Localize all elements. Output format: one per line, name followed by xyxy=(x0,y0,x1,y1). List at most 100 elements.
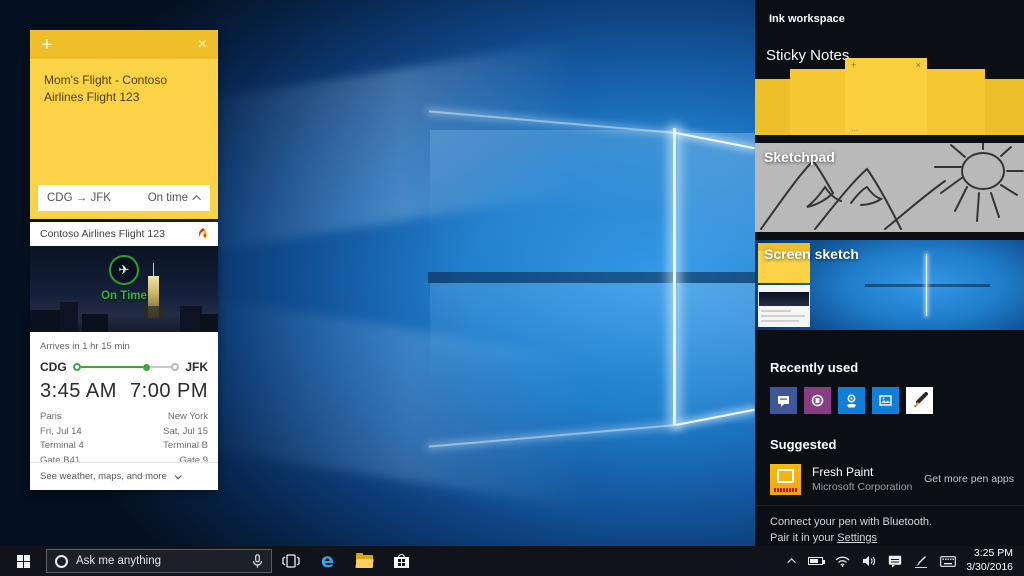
sticky-notes-preview[interactable]: + × ... xyxy=(755,58,1024,135)
add-note-icon[interactable]: + xyxy=(41,35,53,55)
maps-icon xyxy=(845,394,858,408)
sticky-note-header: + × xyxy=(30,30,218,59)
flight-progress: CDG JFK xyxy=(40,360,208,374)
screen-sketch-label: Screen sketch xyxy=(764,246,859,262)
flight-insight-bar[interactable]: CDG → JFK On time xyxy=(38,185,210,211)
fresh-paint-icon xyxy=(911,392,928,409)
recent-app-tile[interactable] xyxy=(872,387,899,414)
on-time-badge: On Time xyxy=(30,290,218,302)
flight-card-header: Contoso Airlines Flight 123 xyxy=(30,222,218,246)
clock-date: 3/30/2016 xyxy=(966,561,1013,575)
mini-text-line xyxy=(761,315,805,317)
settings-link[interactable]: Settings xyxy=(837,532,877,544)
keyboard-icon xyxy=(940,556,956,567)
file-explorer-button[interactable] xyxy=(346,546,383,576)
fresh-paint-app-icon[interactable] xyxy=(770,464,801,495)
destination-details: New York Sat, Jul 15 Terminal B Gate 9 xyxy=(163,410,208,469)
preview-note xyxy=(927,69,985,135)
progress-done xyxy=(81,366,144,368)
recent-app-tile[interactable] xyxy=(838,387,865,414)
skyline xyxy=(60,302,78,332)
sticky-note-text[interactable]: Mom's Flight - Contoso Airlines Flight 1… xyxy=(30,59,200,120)
start-button[interactable] xyxy=(0,546,46,576)
mini-add-note-icon: + xyxy=(851,61,856,70)
flight-route: CDG → JFK xyxy=(47,192,111,204)
recently-used-apps xyxy=(770,387,933,414)
window-pane xyxy=(677,283,755,423)
mini-note-ellipsis: ... xyxy=(851,123,859,133)
messaging-icon xyxy=(777,394,790,407)
flight-photo: ✈ On Time xyxy=(30,246,218,332)
sketchpad-preview[interactable]: Sketchpad xyxy=(755,143,1024,232)
suggested-label: Suggested xyxy=(770,437,836,452)
flight-card: Contoso Airlines Flight 123 ✈ On Time Ar… xyxy=(30,222,218,490)
recent-app-tile[interactable] xyxy=(804,387,831,414)
chevron-down-icon xyxy=(174,472,181,479)
destination-date: Sat, Jul 15 xyxy=(163,425,208,440)
window-pane xyxy=(430,130,674,272)
network-button[interactable] xyxy=(829,546,856,576)
store-button[interactable] xyxy=(383,546,420,576)
fresh-paint-wordmark xyxy=(774,488,797,492)
origin-terminal: Terminal 4 xyxy=(40,439,84,454)
origin-details: Paris Fri, Jul 14 Terminal 4 Gate B41 xyxy=(40,410,84,469)
mini-window-crossbar xyxy=(865,284,990,287)
windows-logo-icon xyxy=(17,555,30,568)
preview-note: + × ... xyxy=(845,58,927,135)
chevron-up-icon[interactable] xyxy=(192,195,200,203)
skyline xyxy=(200,314,218,332)
desktop: + × Mom's Flight - Contoso Airlines Flig… xyxy=(0,0,1024,576)
destination-terminal: Terminal B xyxy=(163,439,208,454)
ink-workspace-button[interactable] xyxy=(908,546,934,576)
origin-city: Paris xyxy=(40,410,84,425)
pen-pairing-footer: Connect your pen with Bluetooth. Pair it… xyxy=(755,505,1024,547)
sketchpad-label: Sketchpad xyxy=(764,149,835,165)
suggested-app-name[interactable]: Fresh Paint xyxy=(812,465,924,479)
skyline xyxy=(180,306,202,332)
pen-icon xyxy=(914,555,928,568)
get-more-pen-apps-link[interactable]: Get more pen apps xyxy=(924,473,1014,485)
pairing-line2-prefix: Pair it in your xyxy=(770,532,837,544)
search-input[interactable]: Ask me anything xyxy=(46,549,272,573)
action-center-button[interactable] xyxy=(882,546,908,576)
origin-code: CDG xyxy=(40,360,67,374)
mini-text-line xyxy=(761,320,799,322)
microphone-icon[interactable] xyxy=(252,554,263,569)
preview-note xyxy=(985,79,1024,135)
airplane-icon: ✈ xyxy=(119,263,130,278)
pairing-line2: Pair it in your Settings xyxy=(770,531,1024,547)
search-placeholder: Ask me anything xyxy=(76,555,244,567)
see-more-link[interactable]: See weather, maps, and more xyxy=(30,462,218,490)
taskbar-clock[interactable]: 3:25 PM 3/30/2016 xyxy=(962,547,1020,574)
recent-app-tile[interactable] xyxy=(770,387,797,414)
battery-icon xyxy=(808,557,823,565)
edge-icon: e xyxy=(321,552,334,571)
recently-used-label: Recently used xyxy=(770,360,858,375)
close-note-icon[interactable]: × xyxy=(198,37,207,53)
preview-note xyxy=(790,69,845,135)
ink-workspace-panel: Ink workspace Sticky Notes + × ... xyxy=(755,0,1024,546)
recent-app-tile[interactable] xyxy=(906,387,933,414)
screen-sketch-preview[interactable]: Screen sketch xyxy=(755,240,1024,330)
folder-icon xyxy=(356,555,373,568)
cortana-icon xyxy=(55,555,68,568)
arrival-time: 7:00 PM xyxy=(130,380,208,403)
mini-text-line xyxy=(761,310,791,312)
touch-keyboard-button[interactable] xyxy=(934,546,962,576)
destination-city: New York xyxy=(163,410,208,425)
task-view-icon xyxy=(282,554,300,568)
flight-card-title: Contoso Airlines Flight 123 xyxy=(40,228,165,240)
action-center-icon xyxy=(888,555,902,568)
taskbar: Ask me anything e xyxy=(0,546,1024,576)
edge-browser-button[interactable]: e xyxy=(309,546,346,576)
skyline xyxy=(82,314,108,332)
tray-expand-button[interactable] xyxy=(784,546,802,576)
system-tray: 3:25 PM 3/30/2016 xyxy=(784,546,1024,576)
chevron-up-icon xyxy=(788,558,796,566)
progress-remaining xyxy=(150,366,171,368)
volume-button[interactable] xyxy=(856,546,882,576)
task-view-button[interactable] xyxy=(272,546,309,576)
battery-button[interactable] xyxy=(802,546,829,576)
see-more-label: See weather, maps, and more xyxy=(40,471,167,482)
skyline xyxy=(30,310,64,332)
